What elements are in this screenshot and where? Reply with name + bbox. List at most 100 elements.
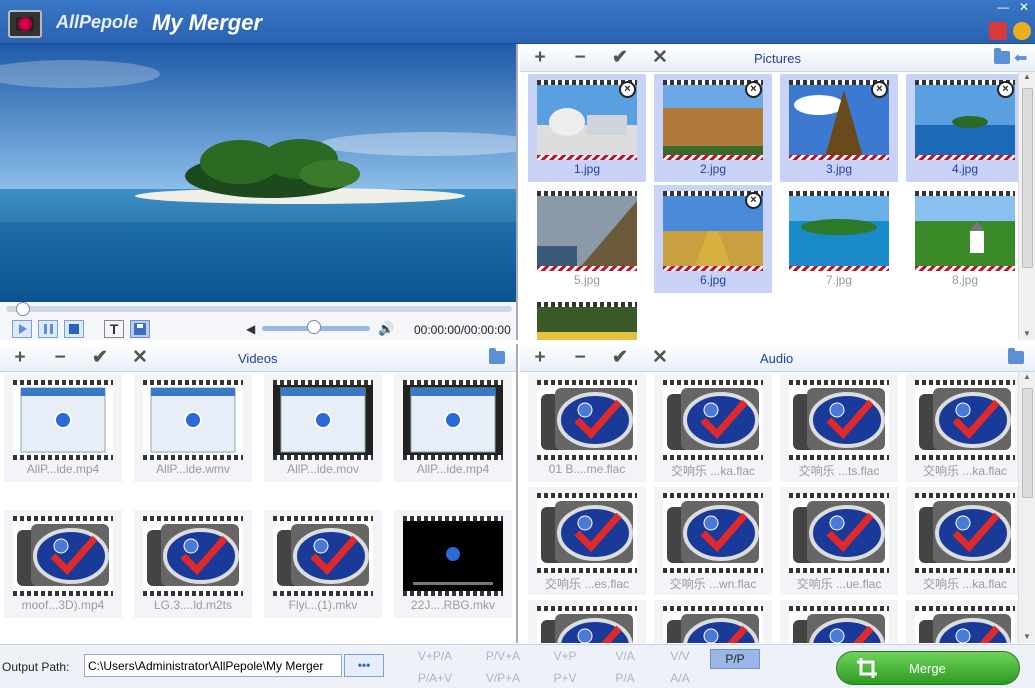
remove-item-icon[interactable]: × — [871, 81, 888, 98]
time-display: 00:00:00/00:00:00 — [414, 323, 511, 337]
save-icon[interactable] — [130, 320, 150, 338]
merge-mode-option[interactable]: V+P/A — [410, 649, 460, 663]
select-all-videos-button[interactable]: ✔ — [90, 348, 110, 368]
video-item[interactable]: AllP...ide.mp4 — [394, 374, 512, 482]
picture-item[interactable] — [528, 296, 646, 340]
volume-handle[interactable] — [306, 320, 321, 334]
cart-icon[interactable] — [989, 22, 1007, 40]
add-audio-button[interactable]: + — [530, 348, 550, 368]
minimize-button[interactable]: — — [997, 0, 1009, 14]
add-picture-button[interactable]: + — [530, 48, 550, 68]
merge-mode-option[interactable]: P/A+V — [410, 671, 460, 685]
audio-thumbnail — [915, 493, 1015, 573]
audio-thumbnail — [537, 493, 637, 573]
pictures-scrollbar[interactable]: ▲ ▼ — [1018, 72, 1035, 340]
play-button[interactable] — [12, 320, 32, 338]
audio-item[interactable]: 交响乐 ...ka.flac — [906, 487, 1024, 595]
video-thumbnail — [13, 380, 113, 460]
audio-title: Audio — [760, 351, 794, 366]
remove-item-icon[interactable]: × — [619, 81, 636, 98]
merge-mode-option[interactable]: V/V — [655, 649, 705, 663]
merge-label: Merge — [909, 661, 946, 676]
audio-item[interactable] — [528, 600, 646, 643]
open-folder-icon[interactable] — [994, 48, 1010, 64]
merge-mode-option[interactable]: V/P+A — [478, 671, 528, 685]
picture-caption: 7.jpg — [825, 273, 853, 287]
video-item[interactable]: moof...3D).mp4 — [4, 510, 122, 618]
picture-caption: 1.jpg — [573, 162, 601, 176]
output-path-input[interactable] — [84, 654, 342, 677]
merge-mode-option[interactable]: P/P — [710, 649, 760, 669]
merge-mode-option[interactable]: P/V+A — [478, 649, 528, 663]
select-all-audio-button[interactable]: ✔ — [610, 348, 630, 368]
audio-item[interactable] — [906, 600, 1024, 643]
back-arrow-icon[interactable]: ⬅ — [1014, 48, 1027, 68]
close-button[interactable]: ✕ — [1019, 0, 1029, 14]
remove-item-icon[interactable]: × — [745, 192, 762, 209]
picture-thumbnail — [789, 191, 889, 271]
volume-low-icon: ◀ — [246, 322, 256, 336]
browse-button[interactable]: ••• — [344, 654, 384, 677]
audio-item[interactable]: 交响乐 ...ue.flac — [780, 487, 898, 595]
video-item[interactable]: AllP...ide.wmv — [134, 374, 252, 482]
video-thumbnail — [273, 516, 373, 596]
video-item[interactable]: LG.3....ld.m2ts — [134, 510, 252, 618]
picture-thumbnail — [537, 302, 637, 340]
video-item[interactable]: Flyi...(1).mkv — [264, 510, 382, 618]
video-caption: AllP...ide.mp4 — [416, 462, 490, 476]
output-path-label: Output Path: — [2, 660, 70, 674]
picture-item[interactable]: × 2.jpg — [654, 74, 772, 182]
text-tool-icon[interactable]: T — [104, 320, 124, 338]
merge-mode-option[interactable]: P/A — [600, 671, 650, 685]
videos-panel: + − ✔ ✕ Videos AllP...ide.mp4 AllP...ide.… — [0, 344, 518, 643]
remove-picture-button[interactable]: − — [570, 48, 590, 68]
remove-item-icon[interactable]: × — [997, 81, 1014, 98]
video-item[interactable]: AllP...ide.mov — [264, 374, 382, 482]
video-caption: AllP...ide.mov — [287, 462, 359, 476]
picture-item[interactable]: × 6.jpg — [654, 185, 772, 293]
audio-caption: 交响乐 ...ka.flac — [922, 464, 1008, 478]
audio-item[interactable]: 交响乐 ...ka.flac — [906, 374, 1024, 482]
audio-item[interactable] — [780, 600, 898, 643]
audio-scrollbar[interactable]: ▲ ▼ — [1018, 372, 1035, 643]
clear-videos-button[interactable]: ✕ — [130, 348, 150, 368]
audio-item[interactable]: 交响乐 ...ka.flac — [654, 374, 772, 482]
merge-mode-option[interactable]: P+V — [540, 671, 590, 685]
merge-mode-option[interactable]: V+P — [540, 649, 590, 663]
picture-item[interactable]: 7.jpg — [780, 185, 898, 293]
audio-caption: 交响乐 ...ue.flac — [796, 577, 882, 591]
clear-pictures-button[interactable]: ✕ — [650, 48, 670, 68]
merge-mode-option[interactable]: V/A — [600, 649, 650, 663]
audio-thumbnail — [789, 493, 889, 573]
audio-item[interactable]: 交响乐 ...es.flac — [528, 487, 646, 595]
stop-button[interactable] — [64, 320, 84, 338]
seek-handle[interactable] — [16, 302, 30, 316]
seek-bar[interactable] — [6, 306, 512, 312]
video-item[interactable]: 22J....RBG.mkv — [394, 510, 512, 618]
video-item[interactable]: AllP...ide.mp4 — [4, 374, 122, 482]
clear-audio-button[interactable]: ✕ — [650, 348, 670, 368]
picture-item[interactable]: 8.jpg — [906, 185, 1024, 293]
add-video-button[interactable]: + — [10, 348, 30, 368]
merge-mode-option[interactable]: A/A — [655, 671, 705, 685]
video-caption: LG.3....ld.m2ts — [153, 598, 233, 612]
audio-item[interactable] — [654, 600, 772, 643]
open-folder-icon[interactable] — [489, 348, 505, 364]
crop-icon — [857, 658, 877, 678]
select-all-pictures-button[interactable]: ✔ — [610, 48, 630, 68]
audio-item[interactable]: 01 B....me.flac — [528, 374, 646, 482]
picture-item[interactable]: × 3.jpg — [780, 74, 898, 182]
picture-item[interactable]: × 4.jpg — [906, 74, 1024, 182]
audio-caption: 交响乐 ...ts.flac — [798, 464, 880, 478]
key-icon[interactable] — [1013, 22, 1031, 40]
audio-item[interactable]: 交响乐 ...wn.flac — [654, 487, 772, 595]
remove-video-button[interactable]: − — [50, 348, 70, 368]
picture-item[interactable]: 5.jpg — [528, 185, 646, 293]
merge-button[interactable]: Merge — [836, 651, 1020, 685]
picture-item[interactable]: × 1.jpg — [528, 74, 646, 182]
pause-button[interactable] — [38, 320, 58, 338]
audio-item[interactable]: 交响乐 ...ts.flac — [780, 374, 898, 482]
remove-item-icon[interactable]: × — [745, 81, 762, 98]
open-folder-icon[interactable] — [1008, 348, 1024, 364]
remove-audio-button[interactable]: − — [570, 348, 590, 368]
